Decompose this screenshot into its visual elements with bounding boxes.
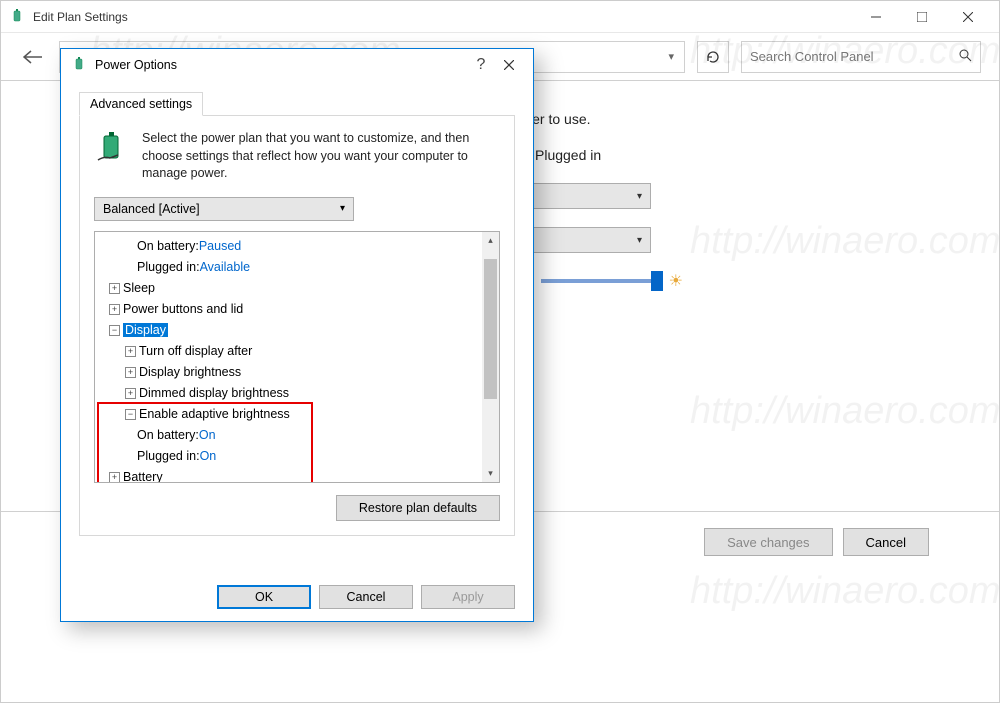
save-changes-button[interactable]: Save changes <box>704 528 832 556</box>
app-icon <box>9 9 25 25</box>
brightness-slider-row: ☀ ☼ ☀ <box>501 271 919 291</box>
scroll-thumb[interactable] <box>484 259 497 399</box>
search-input[interactable]: Search Control Panel <box>741 41 981 73</box>
search-icon <box>958 48 972 65</box>
maximize-button[interactable] <box>899 3 945 31</box>
dialog-titlebar[interactable]: Power Options ? <box>61 49 533 81</box>
collapse-icon[interactable]: − <box>109 325 120 336</box>
window-title: Edit Plan Settings <box>33 10 853 24</box>
expand-icon[interactable]: + <box>125 367 136 378</box>
value-link[interactable]: On <box>200 449 217 463</box>
value-link[interactable]: Paused <box>199 239 241 253</box>
tree-item-adaptive-brightness[interactable]: −Enable adaptive brightness <box>97 404 497 425</box>
selected-label: Display <box>123 323 168 337</box>
close-button[interactable] <box>945 3 991 31</box>
power-plan-dropdown[interactable]: Balanced [Active] ▾ <box>94 197 354 221</box>
scrollbar[interactable]: ▴ ▾ <box>482 232 499 482</box>
intro-text: Select the power plan that you want to c… <box>142 130 500 183</box>
brightness-slider[interactable] <box>541 279 661 283</box>
power-options-dialog: Power Options ? Advanced settings Select… <box>60 48 534 622</box>
settings-tree[interactable]: On battery: Paused Plugged in: Available… <box>94 231 500 483</box>
tree-item-dimmed-brightness[interactable]: +Dimmed display brightness <box>97 383 497 404</box>
tree-item-sleep[interactable]: +Sleep <box>97 278 497 299</box>
expand-icon[interactable]: + <box>125 346 136 357</box>
dialog-cancel-button[interactable]: Cancel <box>319 585 413 609</box>
chevron-down-icon: ▾ <box>340 203 345 214</box>
minimize-button[interactable] <box>853 3 899 31</box>
search-placeholder: Search Control Panel <box>750 49 874 64</box>
dialog-close-button[interactable] <box>495 53 523 77</box>
plugged-in-label: Plugged in <box>535 147 601 163</box>
tree-item-display-brightness[interactable]: +Display brightness <box>97 362 497 383</box>
restore-defaults-button[interactable]: Restore plan defaults <box>336 495 500 521</box>
scroll-down-button[interactable]: ▾ <box>482 465 499 482</box>
tab-panel: Select the power plan that you want to c… <box>79 115 515 536</box>
cancel-button[interactable]: Cancel <box>843 528 929 556</box>
value-link[interactable]: Available <box>200 260 251 274</box>
tree-item-power-buttons[interactable]: +Power buttons and lid <box>97 299 497 320</box>
tree-item-display[interactable]: −Display <box>97 320 497 341</box>
tree-item-pluggedin[interactable]: Plugged in: Available <box>97 257 497 278</box>
expand-icon[interactable]: + <box>109 283 120 294</box>
help-button[interactable]: ? <box>467 53 495 77</box>
scroll-up-button[interactable]: ▴ <box>482 232 499 249</box>
battery-plug-icon <box>94 130 130 183</box>
tree-item-adaptive-onbattery[interactable]: On battery: On <box>97 425 497 446</box>
expand-icon[interactable]: + <box>109 472 120 483</box>
apply-button[interactable]: Apply <box>421 585 515 609</box>
tree-item-battery[interactable]: +Battery <box>97 467 497 483</box>
chevron-down-icon: ▾ <box>637 191 642 202</box>
plugged-in-header: Plugged in <box>501 147 919 163</box>
tab-advanced-settings[interactable]: Advanced settings <box>79 92 203 116</box>
chevron-down-icon: ▾ <box>668 50 674 63</box>
collapse-icon[interactable]: − <box>125 409 136 420</box>
chevron-down-icon: ▾ <box>637 235 642 246</box>
tree-item-adaptive-pluggedin[interactable]: Plugged in: On <box>97 446 497 467</box>
dialog-footer: OK Cancel Apply <box>217 585 515 609</box>
scroll-track[interactable] <box>482 249 499 465</box>
value-link[interactable]: On <box>199 428 216 442</box>
slider-thumb[interactable] <box>651 271 663 291</box>
titlebar: Edit Plan Settings <box>1 1 999 33</box>
back-button[interactable] <box>19 43 47 71</box>
refresh-button[interactable] <box>697 41 729 73</box>
sun-large-icon: ☀ <box>669 271 683 291</box>
power-options-icon <box>71 57 87 73</box>
expand-icon[interactable]: + <box>125 388 136 399</box>
ok-button[interactable]: OK <box>217 585 311 609</box>
tree-item-turn-off-display[interactable]: +Turn off display after <box>97 341 497 362</box>
plan-selected-value: Balanced [Active] <box>103 202 200 216</box>
tree-item-onbattery[interactable]: On battery: Paused <box>97 236 497 257</box>
dialog-title: Power Options <box>95 58 467 72</box>
expand-icon[interactable]: + <box>109 304 120 315</box>
instruction-text: mputer to use. <box>501 111 919 127</box>
